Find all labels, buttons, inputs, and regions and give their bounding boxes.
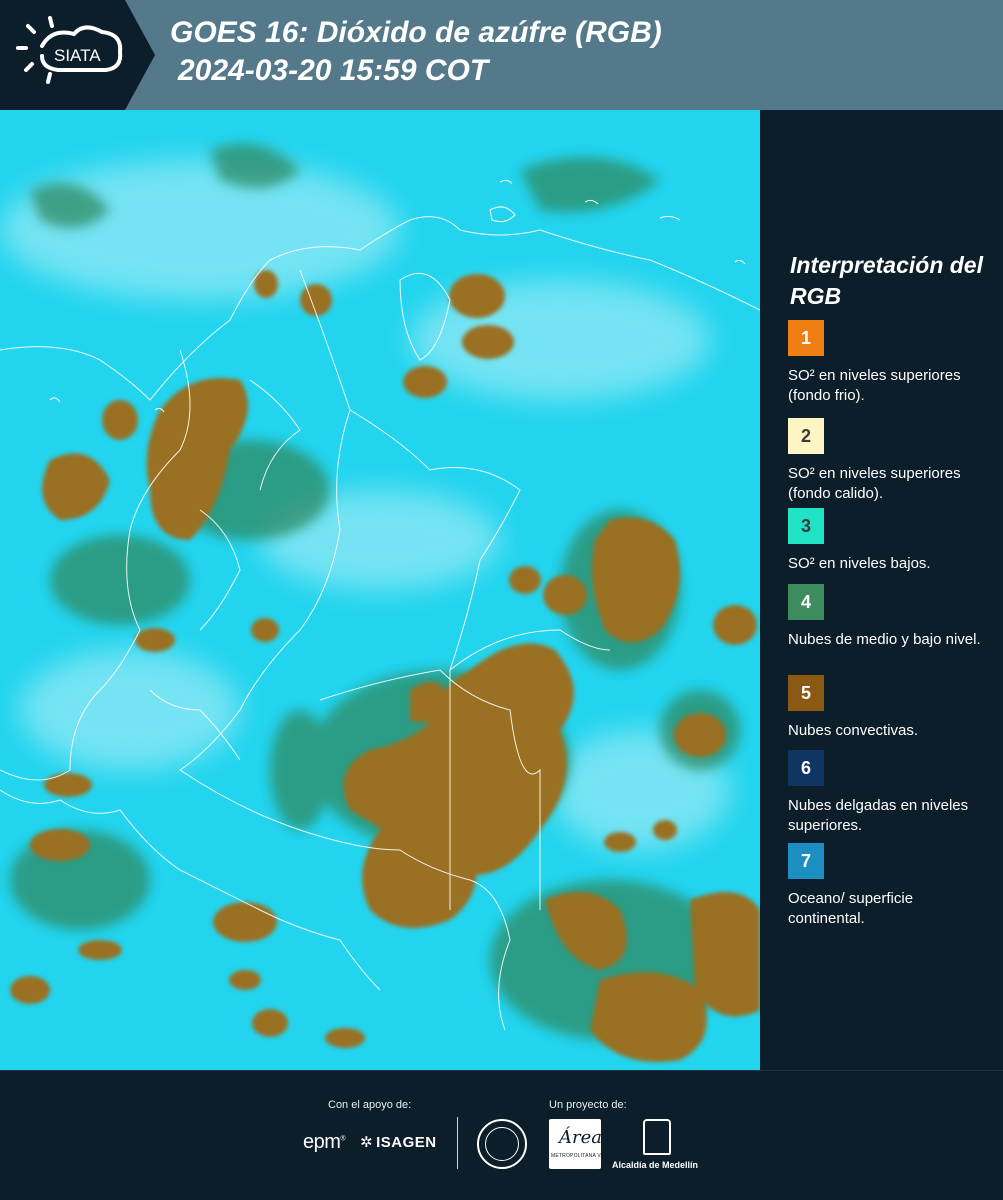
legend-swatch-7: 7 bbox=[788, 843, 824, 879]
alcaldia-shield-icon[interactable] bbox=[643, 1119, 671, 1155]
isagen-logo[interactable]: ✲ ISAGEN bbox=[360, 1133, 437, 1151]
medellin-seal-icon[interactable] bbox=[477, 1119, 527, 1169]
svg-text:SIATA: SIATA bbox=[54, 46, 101, 65]
alcaldia-label: Alcaldía de Medellín bbox=[612, 1160, 699, 1170]
legend-item-6: 6 Nubes delgadas en niveles superiores. bbox=[788, 750, 993, 836]
legend-swatch-1: 1 bbox=[788, 320, 824, 356]
legend-title: Interpretación del RGB bbox=[790, 252, 983, 309]
legend-item-4: 4 Nubes de medio y bajo nivel. bbox=[788, 584, 993, 670]
rgb-legend-panel: Interpretación del RGB 1 SO² en niveles … bbox=[760, 110, 1003, 1070]
legend-text-4: Nubes de medio y bajo nivel. bbox=[788, 631, 981, 648]
area-metropolitana-logo[interactable]: Área METROPOLITANA Valle de Aburrá bbox=[549, 1119, 634, 1169]
legend-swatch-3: 3 bbox=[788, 508, 824, 544]
project-label: Un proyecto de: bbox=[549, 1099, 627, 1111]
legend-item-5: 5 Nubes convectivas. bbox=[788, 675, 993, 761]
legend-swatch-2: 2 bbox=[788, 418, 824, 454]
header-bar: SIATA GOES 16: Dióxido de azúfre (RGB) 2… bbox=[0, 0, 1003, 110]
legend-text-1: SO² en niveles superiores (fondo frio). bbox=[788, 367, 961, 404]
footer: Con el apoyo de: Un proyecto de: epm® ✲ I… bbox=[0, 1070, 1003, 1200]
legend-text-6: Nubes delgadas en niveles superiores. bbox=[788, 797, 969, 834]
legend-text-7: Oceano/ superficie continental. bbox=[788, 890, 914, 927]
footer-divider bbox=[457, 1117, 458, 1169]
page-timestamp: 2024-03-20 15:59 COT bbox=[178, 54, 489, 87]
siata-sun-cloud-icon: SIATA bbox=[16, 16, 123, 84]
isagen-mark-icon: ✲ bbox=[360, 1134, 374, 1151]
satellite-map[interactable] bbox=[0, 110, 760, 1070]
legend-item-3: 3 SO² en niveles bajos. bbox=[788, 508, 993, 594]
so2-rgb-imagery bbox=[0, 110, 760, 1070]
support-label: Con el apoyo de: bbox=[328, 1099, 412, 1111]
legend-item-7: 7 Oceano/ superficie continental. bbox=[788, 843, 993, 929]
legend-swatch-4: 4 bbox=[788, 584, 824, 620]
page-title: GOES 16: Dióxido de azúfre (RGB) bbox=[170, 16, 662, 49]
epm-logo[interactable]: epm® bbox=[303, 1131, 346, 1154]
area-subtitle: METROPOLITANA Valle de Aburrá bbox=[551, 1153, 635, 1159]
legend-swatch-5: 5 bbox=[788, 675, 824, 711]
legend-item-2: 2 SO² en niveles superiores (fondo calid… bbox=[788, 418, 993, 521]
siata-logo[interactable]: SIATA bbox=[0, 0, 155, 110]
legend-swatch-6: 6 bbox=[788, 750, 824, 786]
area-word: Área bbox=[559, 1127, 602, 1148]
legend-item-1: 1 SO² en niveles superiores (fondo frio)… bbox=[788, 320, 993, 406]
